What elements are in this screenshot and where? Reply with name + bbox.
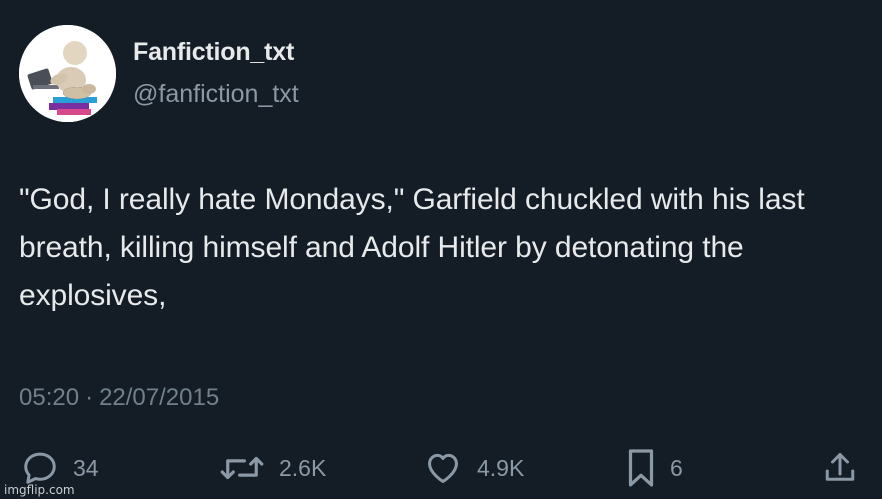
bookmark-count: 6: [670, 454, 683, 481]
tweet-time: 05:20: [19, 384, 80, 411]
like-button[interactable]: 4.9K: [423, 446, 524, 490]
repost-button[interactable]: 2.6K: [219, 446, 326, 490]
share-button[interactable]: [822, 446, 858, 490]
author-name[interactable]: Fanfiction_txt: [133, 38, 294, 67]
tweet-text: "God, I really hate Mondays," Garfield c…: [19, 183, 805, 312]
avatar-figure-icon: [19, 25, 116, 122]
avatar[interactable]: [19, 25, 116, 122]
bookmark-button[interactable]: 6: [626, 446, 683, 490]
tweet-date: 22/07/2015: [99, 384, 220, 411]
imgflip-watermark: imgflip.com: [4, 483, 75, 497]
bookmark-icon: [628, 449, 654, 487]
like-count: 4.9K: [477, 454, 525, 481]
timestamp-separator: ·: [85, 384, 94, 411]
repost-icon: [220, 456, 264, 480]
reply-count: 34: [73, 454, 99, 481]
share-icon: [825, 453, 855, 481]
reply-icon: [24, 452, 56, 484]
repost-count: 2.6K: [279, 454, 327, 481]
author-handle[interactable]: @fanfiction_txt: [133, 80, 299, 109]
tweet-card: Fanfiction_txt @fanfiction_txt "God, I r…: [0, 0, 882, 499]
heart-icon: [428, 453, 458, 483]
tweet-timestamp[interactable]: 05:20 · 22/07/2015: [19, 384, 219, 412]
action-bar: 34 2.6K 4.9K 6: [0, 446, 882, 490]
